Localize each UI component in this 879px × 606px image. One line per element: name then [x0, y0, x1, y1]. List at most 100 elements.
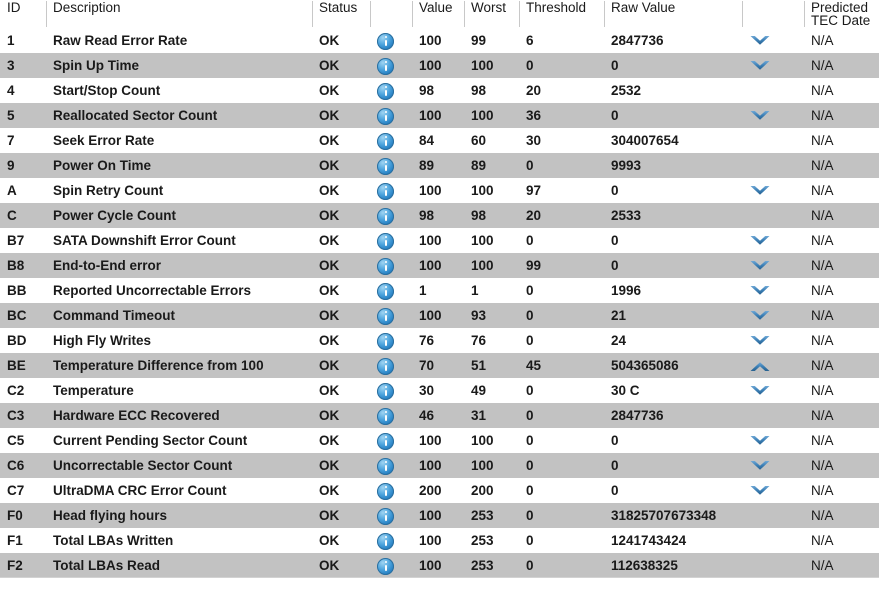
- column-header-worst-label: Worst: [471, 0, 507, 15]
- cell-raw-value: 0: [611, 483, 619, 498]
- table-row[interactable]: C7 UltraDMA CRC Error Count OK 200 200 0 0 N/A: [0, 478, 879, 503]
- cell-status: OK: [319, 183, 340, 198]
- table-row[interactable]: C6 Uncorrectable Sector Count OK 100 100 0 0 N/…: [0, 453, 879, 478]
- trend-empty: [749, 556, 771, 570]
- info-icon[interactable]: [377, 232, 394, 250]
- cell-description: Total LBAs Read: [46, 553, 312, 578]
- info-icon[interactable]: [377, 482, 394, 500]
- cell-info[interactable]: [370, 228, 412, 253]
- info-icon[interactable]: [377, 32, 394, 50]
- cell-raw-value: 304007654: [611, 133, 679, 148]
- table-row[interactable]: F2 Total LBAs Read OK 100 253 0 112638325 N/A: [0, 553, 879, 578]
- info-icon[interactable]: [377, 82, 394, 100]
- info-icon[interactable]: [377, 257, 394, 275]
- cell-info[interactable]: [370, 378, 412, 403]
- cell-info[interactable]: [370, 253, 412, 278]
- table-row[interactable]: 7 Seek Error Rate OK 84 60 30 304007654 N/A: [0, 128, 879, 153]
- column-header-status[interactable]: Status: [312, 0, 370, 28]
- table-row[interactable]: F0 Head flying hours OK 100 253 0 318257076733…: [0, 503, 879, 528]
- column-header-worst[interactable]: Worst: [464, 0, 519, 28]
- info-icon[interactable]: [377, 507, 394, 525]
- column-header-info[interactable]: [370, 0, 412, 28]
- column-header-raw-value[interactable]: Raw Value: [604, 0, 742, 28]
- cell-info[interactable]: [370, 178, 412, 203]
- table-row[interactable]: BB Reported Uncorrectable Errors OK 1 1 0 1996…: [0, 278, 879, 303]
- cell-info[interactable]: [370, 103, 412, 128]
- table-row[interactable]: BC Command Timeout OK 100 93 0 21 N/A: [0, 303, 879, 328]
- info-icon[interactable]: [377, 407, 394, 425]
- table-row[interactable]: 1 Raw Read Error Rate OK 100 99 6 2847736 N/A: [0, 28, 879, 53]
- cell-info[interactable]: [370, 78, 412, 103]
- column-header-description-label: Description: [53, 0, 121, 15]
- cell-info[interactable]: [370, 303, 412, 328]
- table-row[interactable]: 4 Start/Stop Count OK 98 98 20 2532 N/A: [0, 78, 879, 103]
- info-icon[interactable]: [377, 382, 394, 400]
- table-row[interactable]: F1 Total LBAs Written OK 100 253 0 1241743424 N…: [0, 528, 879, 553]
- table-row[interactable]: A Spin Retry Count OK 100 100 97 0 N/A: [0, 178, 879, 203]
- cell-info[interactable]: [370, 278, 412, 303]
- trend-empty: [749, 131, 771, 145]
- table-row[interactable]: C5 Current Pending Sector Count OK 100 100 0 0…: [0, 428, 879, 453]
- info-icon[interactable]: [377, 332, 394, 350]
- cell-worst: 253: [464, 553, 519, 578]
- cell-predicted-tec-date: N/A: [811, 158, 834, 173]
- table-row[interactable]: C Power Cycle Count OK 98 98 20 2533 N/A: [0, 203, 879, 228]
- cell-predicted-tec-date: N/A: [811, 258, 834, 273]
- info-icon[interactable]: [377, 157, 394, 175]
- info-icon[interactable]: [377, 307, 394, 325]
- table-row[interactable]: 9 Power On Time OK 89 89 0 9993 N/A: [0, 153, 879, 178]
- info-icon[interactable]: [377, 282, 394, 300]
- info-icon[interactable]: [377, 207, 394, 225]
- cell-description: Spin Up Time: [53, 58, 140, 73]
- cell-trend: [742, 503, 804, 528]
- info-icon[interactable]: [377, 432, 394, 450]
- cell-raw-value: 2847736: [611, 33, 664, 48]
- cell-predicted-tec-date: N/A: [811, 58, 834, 73]
- column-header-threshold[interactable]: Threshold: [519, 0, 604, 28]
- cell-info[interactable]: [370, 203, 412, 228]
- info-icon[interactable]: [377, 532, 394, 550]
- cell-info[interactable]: [370, 128, 412, 153]
- table-row[interactable]: B8 End-to-End error OK 100 100 99 0 N/A: [0, 253, 879, 278]
- column-header-trend[interactable]: [742, 0, 804, 28]
- table-row[interactable]: C2 Temperature OK 30 49 0 30 C N/A: [0, 378, 879, 403]
- cell-info[interactable]: [370, 28, 412, 53]
- cell-trend: [742, 528, 804, 553]
- cell-info[interactable]: [370, 428, 412, 453]
- column-header-id[interactable]: ID: [0, 0, 46, 28]
- cell-info[interactable]: [370, 553, 412, 578]
- cell-raw-value: 30 C: [611, 383, 640, 398]
- info-icon[interactable]: [377, 132, 394, 150]
- info-icon[interactable]: [377, 107, 394, 125]
- cell-info[interactable]: [370, 328, 412, 353]
- column-header-description[interactable]: Description: [46, 0, 312, 28]
- info-icon[interactable]: [377, 357, 394, 375]
- cell-threshold: 0: [526, 458, 534, 473]
- cell-info[interactable]: [370, 353, 412, 378]
- table-row[interactable]: 3 Spin Up Time OK 100 100 0 0 N/A: [0, 53, 879, 78]
- info-icon[interactable]: [377, 457, 394, 475]
- column-header-predicted-tec-date[interactable]: Predicted TEC Date: [804, 0, 879, 28]
- cell-info[interactable]: [370, 153, 412, 178]
- cell-id: F0: [7, 508, 23, 523]
- table-row[interactable]: B7 SATA Downshift Error Count OK 100 100 0 0 N/…: [0, 228, 879, 253]
- cell-trend: [742, 228, 804, 253]
- table-row[interactable]: BE Temperature Difference from 100 OK 70 51 4…: [0, 353, 879, 378]
- cell-trend: [742, 28, 804, 53]
- column-header-value[interactable]: Value: [412, 0, 464, 28]
- cell-info[interactable]: [370, 453, 412, 478]
- table-row[interactable]: BD High Fly Writes OK 76 76 0 24 N/A: [0, 328, 879, 353]
- cell-info[interactable]: [370, 503, 412, 528]
- cell-info[interactable]: [370, 478, 412, 503]
- info-icon[interactable]: [377, 557, 394, 575]
- cell-info[interactable]: [370, 403, 412, 428]
- cell-info[interactable]: [370, 528, 412, 553]
- table-row[interactable]: C3 Hardware ECC Recovered OK 46 31 0 2847736 N/…: [0, 403, 879, 428]
- info-icon[interactable]: [377, 57, 394, 75]
- cell-info[interactable]: [370, 53, 412, 78]
- chevron-down-icon: [749, 284, 771, 298]
- table-row[interactable]: 5 Reallocated Sector Count OK 100 100 36 0 N/A: [0, 103, 879, 128]
- cell-worst: 76: [471, 333, 487, 348]
- info-icon[interactable]: [377, 182, 394, 200]
- cell-worst: 100: [471, 58, 494, 73]
